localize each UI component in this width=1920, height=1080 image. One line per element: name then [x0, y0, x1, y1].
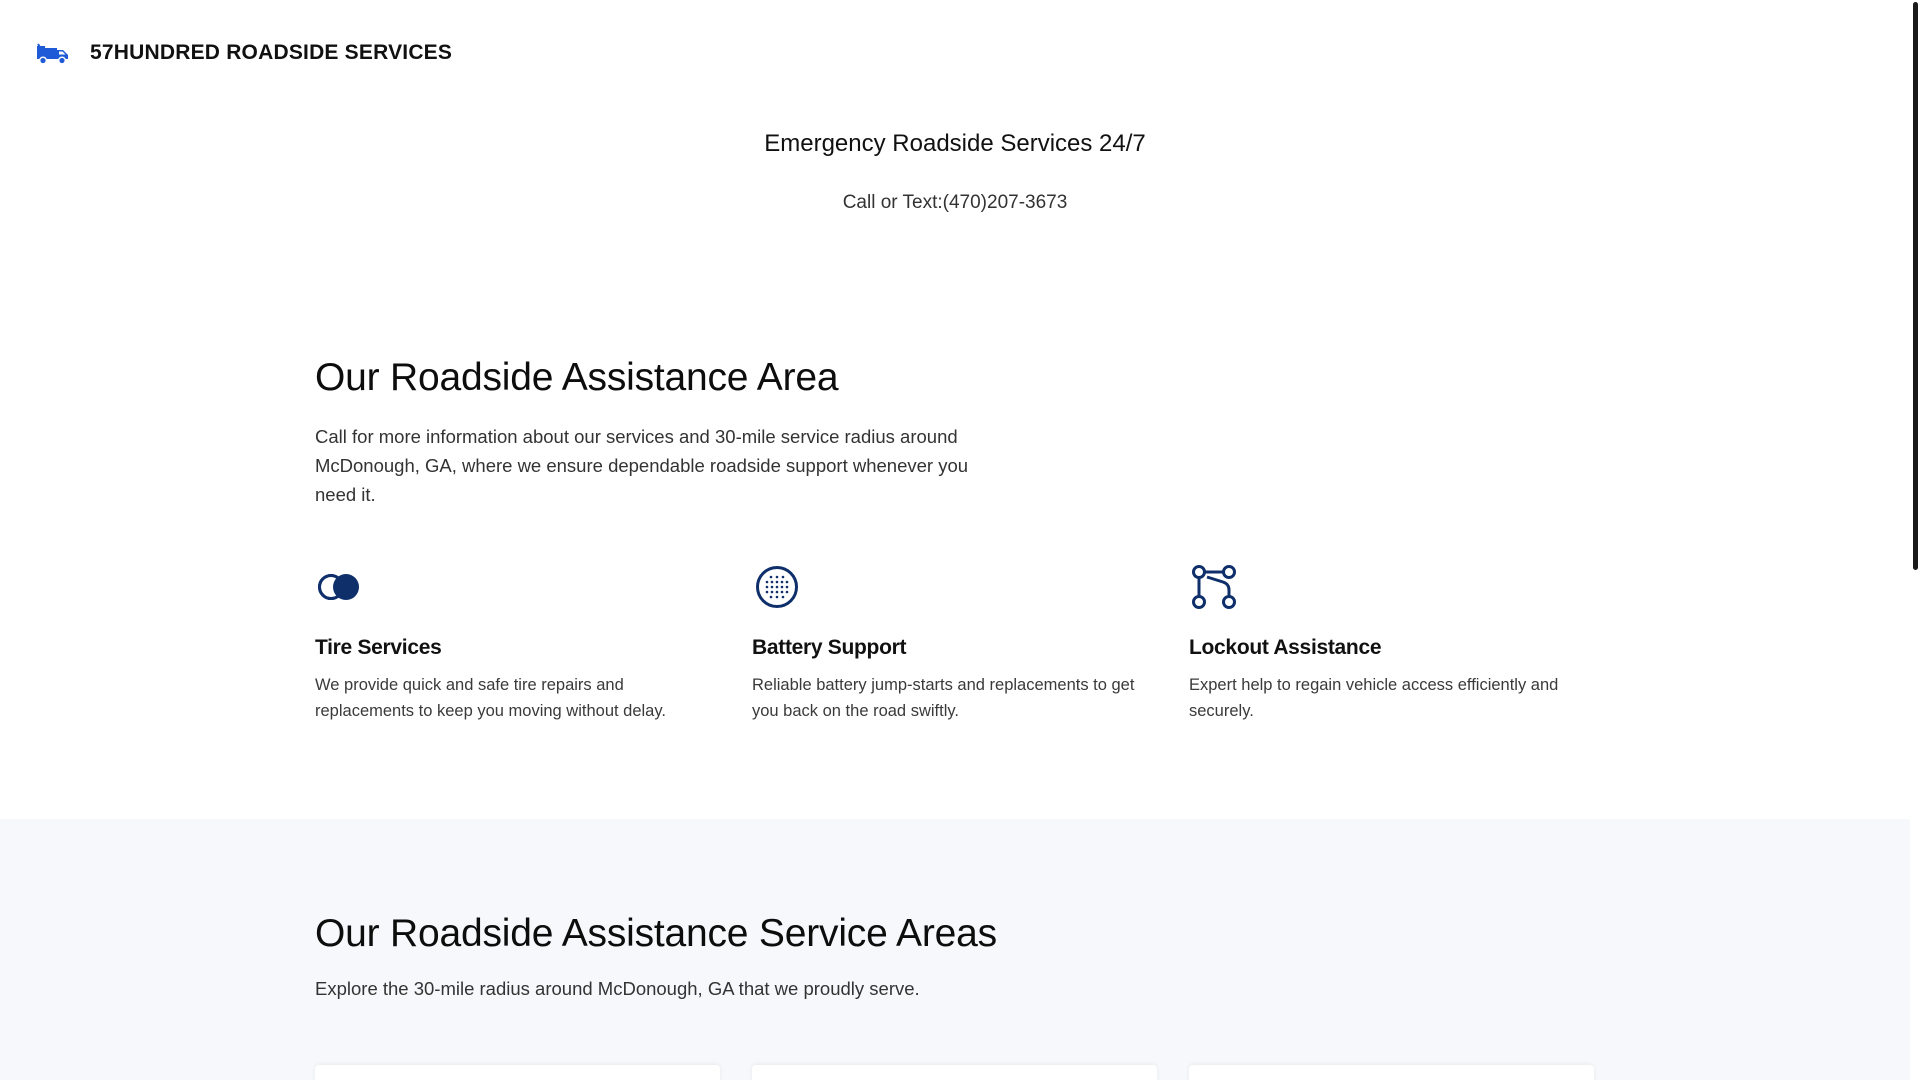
feature-battery-support: Battery Support Reliable battery jump-st… — [752, 562, 1157, 724]
overlapping-circles-icon — [318, 574, 359, 600]
section-title: Our Roadside Assistance Service Areas — [315, 912, 997, 955]
section-description: Explore the 30-mile radius around McDono… — [315, 978, 920, 999]
service-areas-section: Our Roadside Assistance Service Areas Ex… — [0, 819, 1910, 1080]
feature-lockout-assistance: Lockout Assistance Expert help to regain… — [1189, 562, 1594, 724]
feature-list: Tire Services We provide quick and safe … — [315, 562, 1595, 724]
scrollbar-thumb[interactable] — [1913, 2, 1918, 570]
feature-description: Expert help to regain vehicle access eff… — [1189, 676, 1559, 720]
hero-contact[interactable]: Call or Text:(470)207-3673 — [0, 192, 1910, 214]
brand-name[interactable]: 57HUNDRED ROADSIDE SERVICES — [90, 41, 452, 65]
vertical-scrollbar[interactable] — [1910, 0, 1920, 1080]
feature-description: Reliable battery jump-starts and replace… — [752, 676, 1135, 720]
service-area-card[interactable] — [752, 1065, 1157, 1080]
site-header: 57HUNDRED ROADSIDE SERVICES — [0, 0, 1910, 106]
service-area-cards — [315, 1065, 1595, 1080]
assistance-area-section: Our Roadside Assistance Area Call for mo… — [0, 340, 1910, 819]
feature-title: Lockout Assistance — [1189, 636, 1382, 659]
feature-tire-services: Tire Services We provide quick and safe … — [315, 562, 720, 724]
feature-title: Battery Support — [752, 636, 907, 659]
page: 57HUNDRED ROADSIDE SERVICES Emergency Ro… — [0, 0, 1910, 1080]
service-area-card[interactable] — [315, 1065, 720, 1080]
hero: Emergency Roadside Services 24/7 Call or… — [0, 130, 1910, 214]
section-description: Call for more information about our serv… — [315, 426, 969, 505]
feature-title: Tire Services — [315, 636, 442, 659]
feature-description: We provide quick and safe tire repairs a… — [315, 676, 666, 720]
tow-truck-icon[interactable] — [36, 41, 70, 65]
hero-title: Emergency Roadside Services 24/7 — [764, 130, 1146, 157]
section-title: Our Roadside Assistance Area — [315, 356, 839, 399]
service-area-card[interactable] — [1189, 1065, 1594, 1080]
dotted-circle-icon — [756, 566, 798, 608]
nodes-route-icon — [1192, 565, 1236, 609]
